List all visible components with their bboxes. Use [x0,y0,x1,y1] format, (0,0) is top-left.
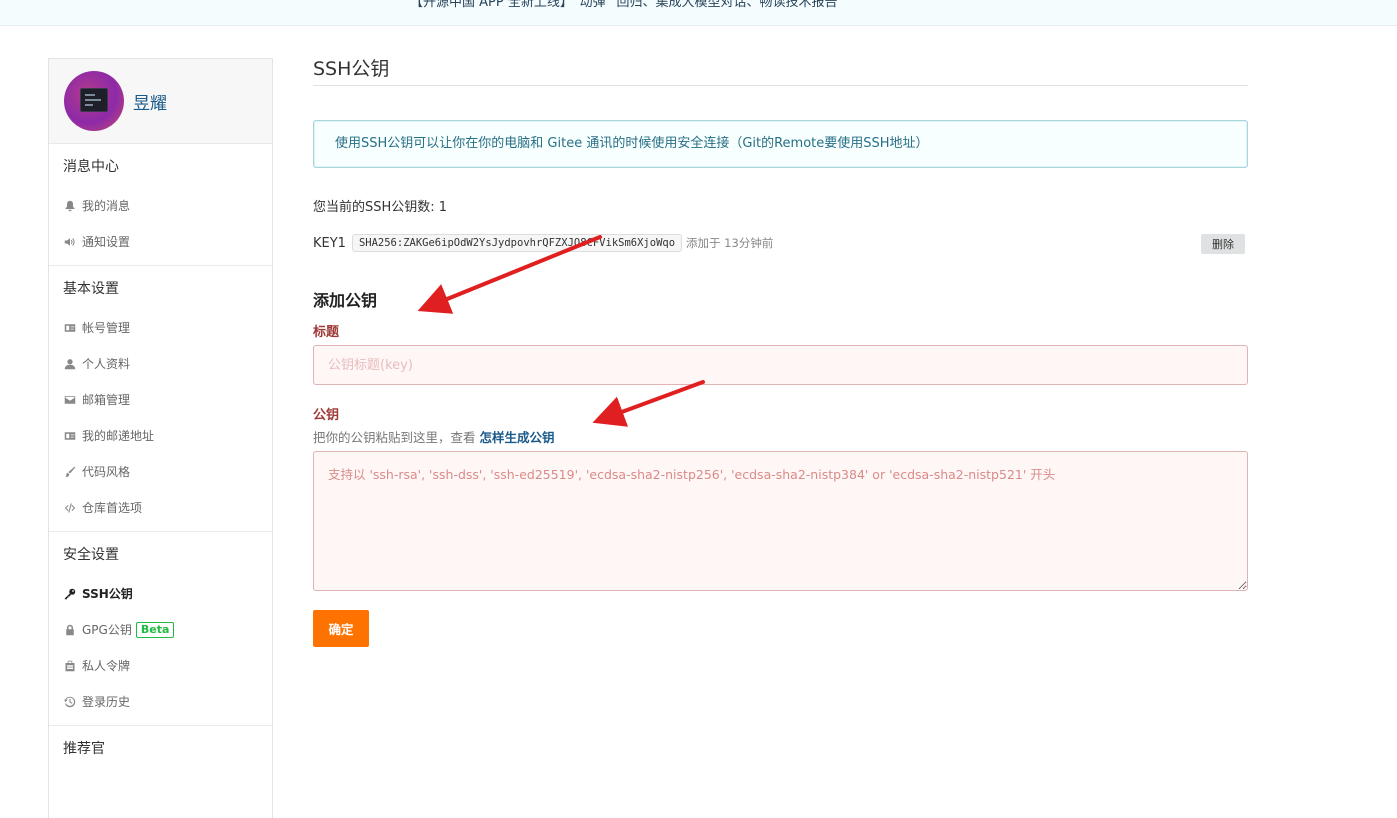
bell-icon [63,199,77,213]
sidebar-item-account[interactable]: 帐号管理 [49,310,272,346]
key-name: KEY1 [313,235,346,251]
sidebar-item-label: 我的邮递地址 [82,429,155,443]
username[interactable]: 昱耀 [133,89,167,114]
avatar[interactable] [64,71,124,131]
key-title-input[interactable] [313,345,1248,385]
section-title-messages: 消息中心 [63,159,119,175]
sidebar-item-label: 私人令牌 [82,659,131,673]
info-message: 使用SSH公钥可以让你在你的电脑和 Gitee 通讯的时候使用安全连接（Git的… [313,120,1248,168]
sidebar-item-personal-tokens[interactable]: 私人令牌 [49,648,272,684]
public-key-textarea[interactable] [313,451,1248,591]
avatar-image-icon [80,88,108,112]
sidebar-item-login-history[interactable]: 登录历史 [49,684,272,720]
sidebar-item-label: 代码风格 [82,465,131,479]
sidebar-item-label: 帐号管理 [82,321,131,335]
paint-brush-icon [63,465,77,479]
submit-button[interactable]: 确定 [313,610,369,647]
sidebar-item-profile[interactable]: 个人资料 [49,346,272,382]
settings-sidebar: 昱耀 消息中心 我的消息 通知设置 基本设置 帐号管理 个人资料 邮箱管理 我的… [48,58,273,818]
delete-key-button[interactable]: 删除 [1201,234,1245,254]
sidebar-item-label: SSH公钥 [82,587,133,601]
sidebar-item-label: 登录历史 [82,695,131,709]
history-icon [63,695,77,709]
sidebar-item-label: 通知设置 [82,235,131,249]
sidebar-item-label: 我的消息 [82,199,131,213]
banner-text[interactable]: 【开源中国 APP 全新上线】“动弹” 回归、集成大模型对话、畅读技术报告 [410,0,837,10]
key-fingerprint: SHA256:ZAKGe6ipOdW2YsJydpovhrQFZXJO8CFVi… [351,234,683,252]
code-icon [63,501,77,515]
profile-card: 昱耀 [49,59,272,144]
key-hint: 把你的公钥粘贴到这里，查看 怎样生成公钥 [313,427,1248,446]
user-icon [63,357,77,371]
sidebar-item-label: 个人资料 [82,357,131,371]
sidebar-item-notification-settings[interactable]: 通知设置 [49,224,272,260]
lock-icon [63,623,77,637]
sidebar-item-label: 仓库首选项 [82,501,143,515]
ssh-key-row: KEY1 SHA256:ZAKGe6ipOdW2YsJydpovhrQFZXJO… [313,232,1248,254]
address-card-icon [63,429,77,443]
section-title-basic: 基本设置 [63,281,119,297]
sidebar-item-repo-preferences[interactable]: 仓库首选项 [49,490,272,526]
add-key-heading: 添加公钥 [313,291,378,310]
section-title-security: 安全设置 [63,547,119,563]
volume-icon [63,235,77,249]
sidebar-item-code-style[interactable]: 代码风格 [49,454,272,490]
sidebar-item-ssh-keys[interactable]: SSH公钥 [49,576,272,612]
key-icon [63,587,77,601]
token-icon [63,659,77,673]
top-banner[interactable]: 【开源中国 APP 全新上线】“动弹” 回归、集成大模型对话、畅读技术报告 [0,0,1397,26]
main-content: SSH公钥 使用SSH公钥可以让你在你的电脑和 Gitee 通讯的时候使用安全连… [313,54,1248,647]
sidebar-item-label: 邮箱管理 [82,393,131,407]
sidebar-item-my-messages[interactable]: 我的消息 [49,188,272,224]
beta-badge: Beta [135,622,175,638]
key-label: 公钥 [313,408,340,423]
section-title-referral: 推荐官 [63,741,105,757]
key-added-time: 添加于 13分钟前 [686,236,774,250]
ssh-key-count: 您当前的SSH公钥数: 1 [313,200,448,215]
sidebar-item-label: GPG公钥 [82,623,132,637]
id-card-icon [63,321,77,335]
sidebar-item-email[interactable]: 邮箱管理 [49,382,272,418]
title-label: 标题 [313,325,340,340]
page-title: SSH公钥 [313,54,1248,86]
how-to-generate-key-link[interactable]: 怎样生成公钥 [480,430,555,445]
envelope-icon [63,393,77,407]
sidebar-item-gpg-keys[interactable]: GPG公钥 Beta [49,612,272,648]
sidebar-item-address[interactable]: 我的邮递地址 [49,418,272,454]
hint-text: 把你的公钥粘贴到这里，查看 [313,430,476,445]
